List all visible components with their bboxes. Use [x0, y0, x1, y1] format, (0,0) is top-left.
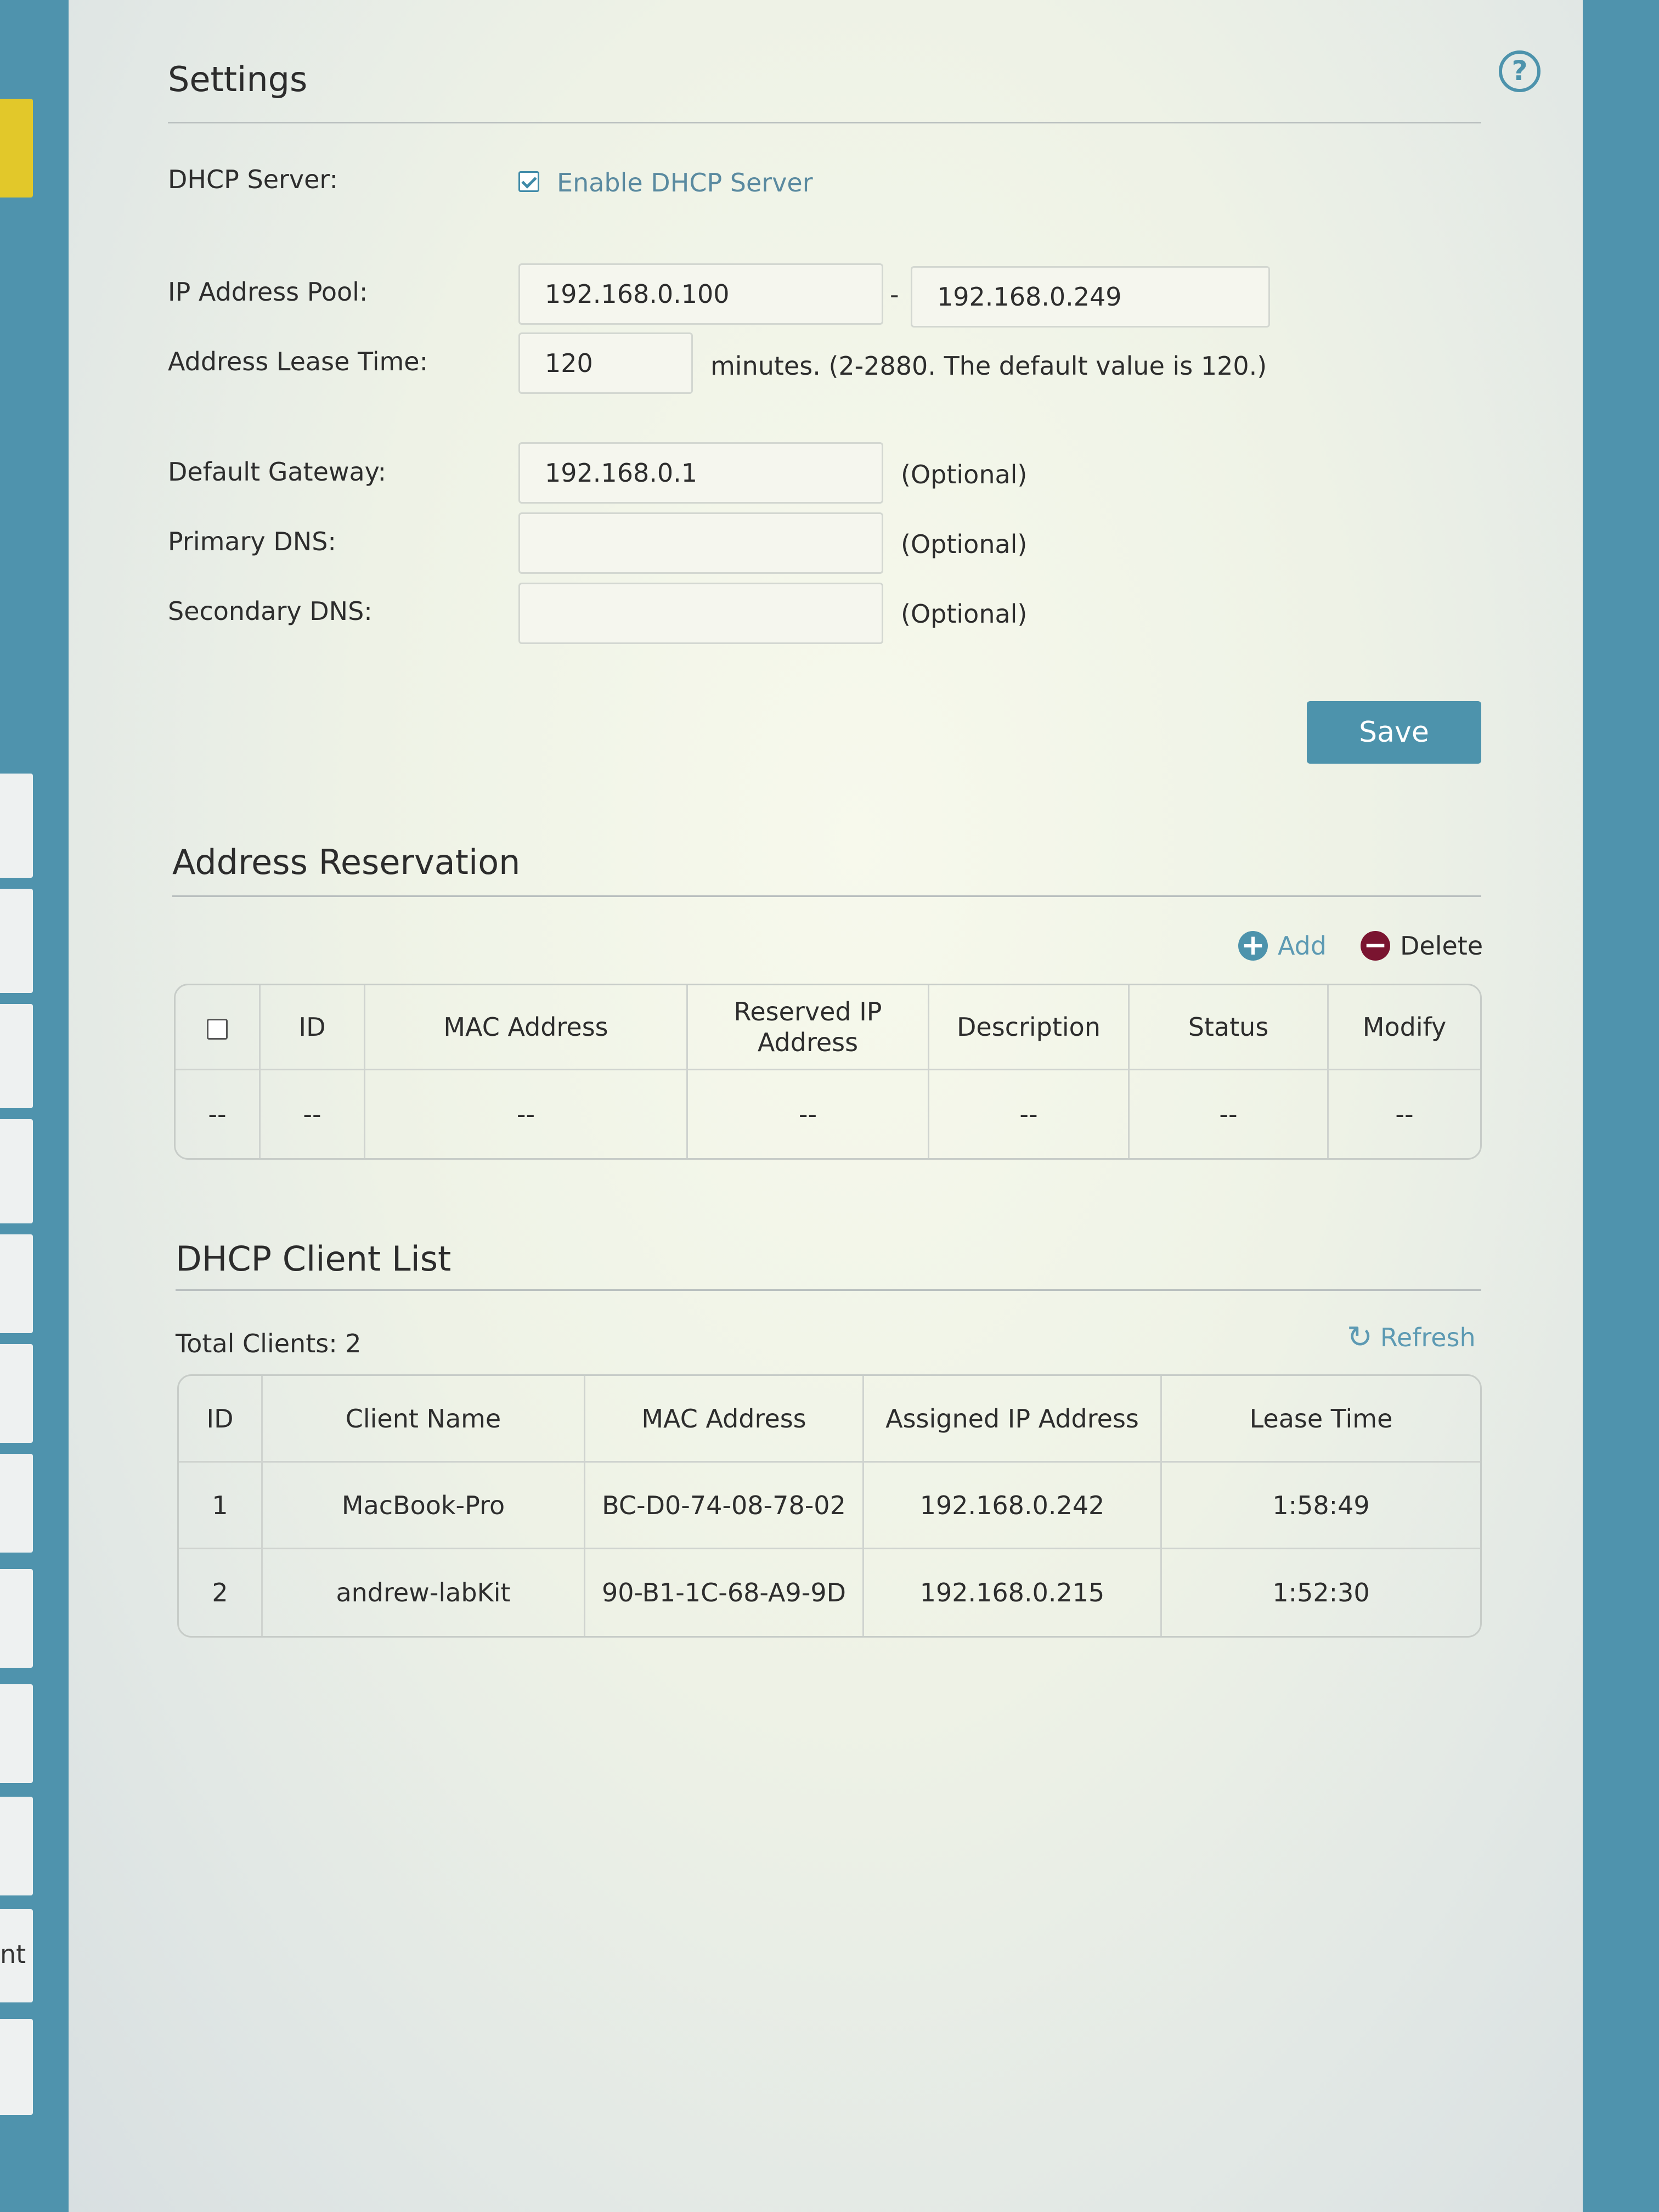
select-all-checkbox[interactable]	[207, 1018, 228, 1040]
sidebar-item[interactable]	[0, 1119, 33, 1223]
address-reservation-table: ID MAC Address Reserved IP Address Descr…	[174, 984, 1482, 1160]
divider	[172, 895, 1481, 897]
default-gateway-label: Default Gateway:	[168, 457, 387, 487]
secondary-dns-optional: (Optional)	[901, 599, 1028, 629]
column-header: Description	[929, 985, 1130, 1070]
primary-dns-input[interactable]	[518, 512, 883, 574]
secondary-dns-input[interactable]	[518, 583, 883, 644]
minus-circle-icon: −	[1361, 931, 1390, 961]
primary-dns-optional: (Optional)	[901, 529, 1028, 559]
column-header: MAC Address	[365, 985, 688, 1070]
enable-dhcp-label[interactable]: Enable DHCP Server	[557, 168, 813, 198]
sidebar-item[interactable]	[0, 1797, 33, 1895]
table-cell: --	[688, 1070, 929, 1158]
sidebar-item[interactable]	[0, 889, 33, 993]
dhcp-client-table: ID Client Name MAC Address Assigned IP A…	[177, 1374, 1482, 1638]
address-reservation-title: Address Reservation	[172, 842, 521, 882]
main-panel: Settings ? DHCP Server: Enable DHCP Serv…	[69, 0, 1583, 2212]
ip-pool-label: IP Address Pool:	[168, 277, 368, 307]
sidebar-item[interactable]	[0, 1569, 33, 1668]
table-row: 2 andrew-labKit 90-B1-1C-68-A9-9D 192.16…	[179, 1549, 1480, 1636]
total-clients: Total Clients: 2	[176, 1329, 362, 1358]
sidebar-item[interactable]	[0, 1344, 33, 1443]
table-cell: --	[261, 1070, 365, 1158]
table-cell: --	[176, 1070, 261, 1158]
table-cell: --	[1130, 1070, 1329, 1158]
table-cell: --	[365, 1070, 688, 1158]
column-header: Assigned IP Address	[864, 1376, 1162, 1463]
table-cell: andrew-labKit	[263, 1549, 585, 1636]
sidebar-item[interactable]	[0, 1454, 33, 1553]
table-cell: 2	[179, 1549, 263, 1636]
ip-pool-separator: -	[890, 280, 899, 309]
column-header: MAC Address	[585, 1376, 864, 1463]
table-cell: MacBook-Pro	[263, 1463, 585, 1549]
lease-time-hint: minutes. (2-2880. The default value is 1…	[710, 351, 1267, 381]
table-row: -- -- -- -- -- -- --	[176, 1070, 1480, 1158]
column-header: Lease Time	[1162, 1376, 1480, 1463]
divider	[168, 122, 1481, 123]
table-cell: --	[929, 1070, 1130, 1158]
sidebar-item-active[interactable]	[0, 99, 33, 198]
column-header: Status	[1130, 985, 1329, 1070]
table-cell: 1:52:30	[1272, 1578, 1370, 1607]
table-cell: 192.168.0.215	[864, 1549, 1162, 1636]
table-cell: 90-B1-1C-68-A9-9D	[585, 1549, 864, 1636]
table-cell: 192.168.0.242	[864, 1463, 1162, 1549]
delete-label: Delete	[1400, 931, 1483, 961]
sidebar-item[interactable]	[0, 2019, 33, 2115]
ip-pool-end-input[interactable]: 192.168.0.249	[911, 266, 1270, 328]
column-header: Client Name	[263, 1376, 585, 1463]
column-header: ID	[179, 1376, 263, 1463]
default-gateway-optional: (Optional)	[901, 460, 1028, 489]
table-header-row: ID Client Name MAC Address Assigned IP A…	[179, 1376, 1480, 1463]
table-cell: BC-D0-74-08-78-02	[585, 1463, 864, 1549]
lease-time-input[interactable]: 120	[518, 332, 693, 394]
sidebar-item[interactable]	[0, 1684, 33, 1783]
divider	[176, 1289, 1481, 1291]
sidebar-item[interactable]	[0, 1234, 33, 1333]
delete-button[interactable]: − Delete	[1361, 931, 1483, 961]
table-cell: --	[1395, 1099, 1414, 1129]
enable-dhcp-checkbox[interactable]	[518, 171, 539, 192]
select-all-cell	[176, 985, 261, 1070]
help-icon[interactable]: ?	[1499, 50, 1541, 92]
sidebar-item[interactable]	[0, 1004, 33, 1108]
table-cell: 1	[179, 1463, 263, 1549]
refresh-button[interactable]: ↻ Refresh	[1347, 1319, 1476, 1355]
column-header: Modify	[1329, 985, 1480, 1070]
primary-dns-label: Primary DNS:	[168, 527, 336, 556]
sidebar-item-label: nt	[0, 1939, 26, 1969]
table-row: 1 MacBook-Pro BC-D0-74-08-78-02 192.168.…	[179, 1463, 1480, 1549]
refresh-icon: ↻	[1347, 1319, 1373, 1355]
dhcp-client-list-title: DHCP Client List	[176, 1239, 452, 1279]
settings-title: Settings	[168, 59, 308, 99]
save-button[interactable]: Save	[1307, 701, 1481, 764]
column-header: Reserved IP Address	[688, 985, 929, 1070]
secondary-dns-label: Secondary DNS:	[168, 596, 373, 626]
table-header-row: ID MAC Address Reserved IP Address Descr…	[176, 985, 1480, 1070]
reserved-ip-header-text: Reserved IP Address	[733, 997, 882, 1057]
column-header: ID	[261, 985, 365, 1070]
add-label: Add	[1278, 931, 1327, 961]
lease-time-label: Address Lease Time:	[168, 347, 428, 376]
default-gateway-input[interactable]: 192.168.0.1	[518, 442, 883, 504]
table-cell: 1:58:49	[1162, 1463, 1480, 1549]
ip-pool-start-input[interactable]: 192.168.0.100	[518, 263, 883, 325]
add-button[interactable]: + Add	[1238, 931, 1327, 961]
sidebar-item[interactable]	[0, 774, 33, 878]
plus-circle-icon: +	[1238, 931, 1268, 961]
dhcp-server-label: DHCP Server:	[168, 165, 338, 194]
refresh-label: Refresh	[1380, 1322, 1476, 1352]
